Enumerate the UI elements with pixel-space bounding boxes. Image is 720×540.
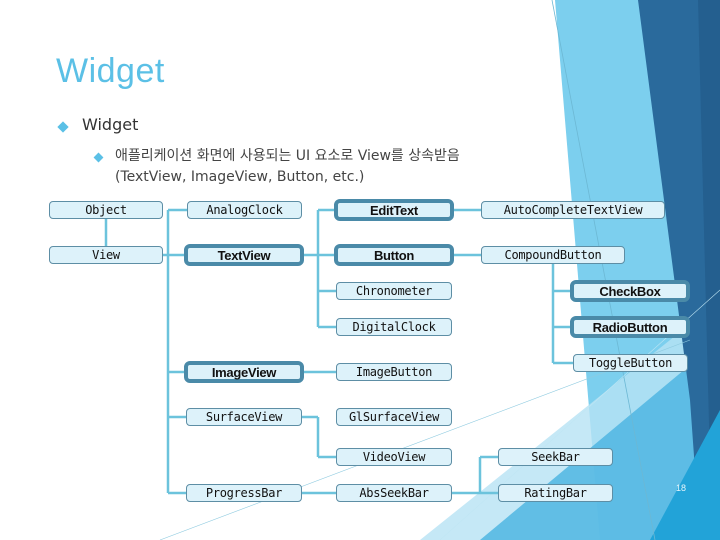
node-label: CompoundButton bbox=[504, 248, 602, 262]
node-seekbar: SeekBar bbox=[498, 448, 613, 466]
node-ratingbar: RatingBar bbox=[498, 484, 613, 502]
node-label: DigitalClock bbox=[352, 320, 436, 334]
node-compoundbutton: CompoundButton bbox=[481, 246, 625, 264]
node-button: Button bbox=[334, 244, 454, 266]
node-digitalclock: DigitalClock bbox=[336, 318, 452, 336]
node-autocomplete: AutoCompleteTextView bbox=[481, 201, 665, 219]
connector-surfaceview-bus bbox=[302, 415, 336, 459]
node-label: ToggleButton bbox=[588, 356, 673, 370]
connector-textview-bus bbox=[304, 208, 336, 329]
node-label: ImageButton bbox=[355, 365, 433, 379]
node-label: TextView bbox=[217, 247, 271, 263]
node-togglebutton: ToggleButton bbox=[573, 354, 688, 372]
node-label: RatingBar bbox=[524, 486, 587, 500]
node-label: Button bbox=[373, 247, 415, 263]
node-chronometer: Chronometer bbox=[336, 282, 452, 300]
node-view: View bbox=[49, 246, 163, 264]
node-absseekbar: AbsSeekBar bbox=[336, 484, 452, 502]
page-number: 18 bbox=[676, 483, 687, 493]
node-label: AutoCompleteTextView bbox=[503, 203, 643, 217]
node-imagebutton: ImageButton bbox=[336, 363, 452, 381]
node-label: SurfaceView bbox=[205, 410, 283, 424]
node-progressbar: ProgressBar bbox=[186, 484, 302, 502]
node-videoview: VideoView bbox=[336, 448, 452, 466]
node-analogclock: AnalogClock bbox=[187, 201, 302, 219]
node-checkbox: CheckBox bbox=[570, 280, 690, 302]
node-label: EditText bbox=[370, 202, 418, 218]
node-label: Object bbox=[85, 203, 127, 217]
connector-compound-bus bbox=[551, 264, 573, 365]
node-label: AnalogClock bbox=[206, 203, 283, 217]
node-label: ProgressBar bbox=[205, 486, 283, 500]
node-object: Object bbox=[49, 201, 163, 219]
node-radiobutton: RadioButton bbox=[570, 316, 690, 338]
connector-absseekbar-bus bbox=[452, 455, 498, 495]
node-label: CheckBox bbox=[599, 283, 661, 299]
node-label: Chronometer bbox=[355, 284, 433, 298]
node-glsurfaceview: GlSurfaceView bbox=[336, 408, 452, 426]
node-surfaceview: SurfaceView bbox=[186, 408, 302, 426]
node-label: RadioButton bbox=[592, 319, 668, 335]
node-label: ImageView bbox=[211, 364, 277, 380]
node-edittext: EditText bbox=[334, 199, 454, 221]
node-label: VideoView bbox=[362, 450, 426, 464]
node-label: AbsSeekBar bbox=[359, 486, 429, 500]
node-textview: TextView bbox=[184, 244, 304, 266]
node-imageview: ImageView bbox=[184, 361, 304, 383]
node-label: GlSurfaceView bbox=[348, 410, 440, 424]
node-label: SeekBar bbox=[531, 450, 580, 464]
node-label: View bbox=[92, 248, 120, 262]
